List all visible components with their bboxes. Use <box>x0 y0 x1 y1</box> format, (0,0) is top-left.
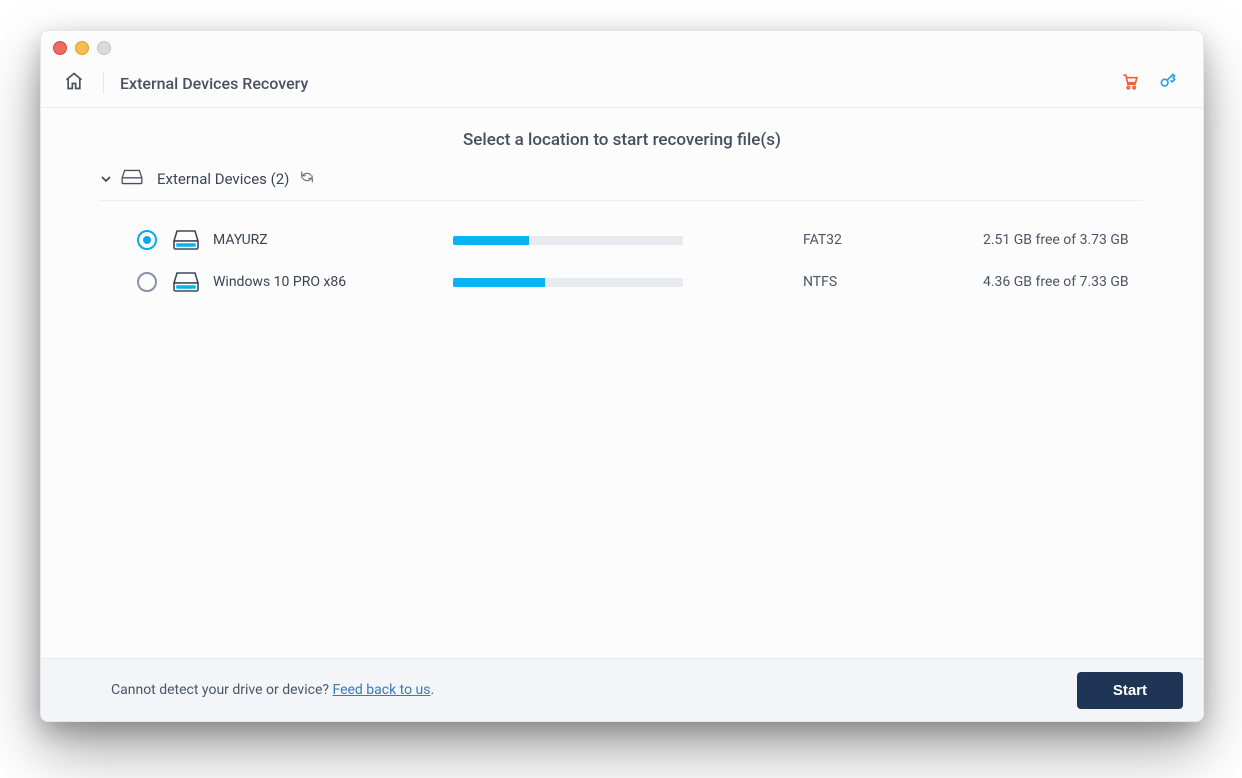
footer-period: . <box>431 682 435 698</box>
feedback-link[interactable]: Feed back to us <box>332 682 430 698</box>
device-row[interactable]: Windows 10 PRO x86 NTFS4.36 GB free of 7.… <box>101 261 1143 303</box>
device-filesystem: FAT32 <box>803 232 983 248</box>
app-window: External Devices Recovery Sel <box>40 30 1204 722</box>
refresh-icon <box>299 169 315 189</box>
group-divider <box>101 200 1143 201</box>
window-zoom-button[interactable] <box>97 41 111 55</box>
window-close-button[interactable] <box>53 41 67 55</box>
drive-icon <box>173 229 199 251</box>
activate-button[interactable] <box>1153 68 1183 98</box>
footer-bar: Cannot detect your drive or device? Feed… <box>41 658 1203 721</box>
group-label: External Devices (2) <box>157 170 289 188</box>
key-icon <box>1158 71 1178 95</box>
device-radio[interactable] <box>137 272 157 292</box>
usage-bar <box>453 236 683 245</box>
chevron-down-icon <box>101 174 111 187</box>
device-filesystem: NTFS <box>803 274 983 290</box>
device-radio[interactable] <box>137 230 157 250</box>
page-title: External Devices Recovery <box>120 74 308 93</box>
window-minimize-button[interactable] <box>75 41 89 55</box>
window-titlebar <box>41 31 1203 59</box>
instruction-text: Select a location to start recovering fi… <box>41 130 1203 150</box>
refresh-button[interactable] <box>299 169 315 189</box>
drive-group-icon <box>121 168 143 190</box>
cart-button[interactable] <box>1115 68 1145 98</box>
cart-icon <box>1120 71 1140 95</box>
start-button[interactable]: Start <box>1077 672 1183 709</box>
usage-bar <box>453 278 683 287</box>
home-icon <box>64 71 84 95</box>
device-row[interactable]: MAYURZ FAT322.51 GB free of 3.73 GB <box>101 219 1143 261</box>
drive-icon <box>173 271 199 293</box>
header-divider <box>103 72 104 94</box>
group-external-devices[interactable]: External Devices (2) <box>101 168 1143 200</box>
main-content: Select a location to start recovering fi… <box>41 108 1203 658</box>
device-space: 4.36 GB free of 7.33 GB <box>983 274 1129 290</box>
footer-question: Cannot detect your drive or device? <box>111 682 332 698</box>
device-name: MAYURZ <box>213 232 453 248</box>
home-button[interactable] <box>61 70 87 96</box>
device-name: Windows 10 PRO x86 <box>213 274 453 290</box>
device-space: 2.51 GB free of 3.73 GB <box>983 232 1129 248</box>
footer-help-text: Cannot detect your drive or device? Feed… <box>111 682 434 698</box>
app-header: External Devices Recovery <box>41 59 1203 108</box>
